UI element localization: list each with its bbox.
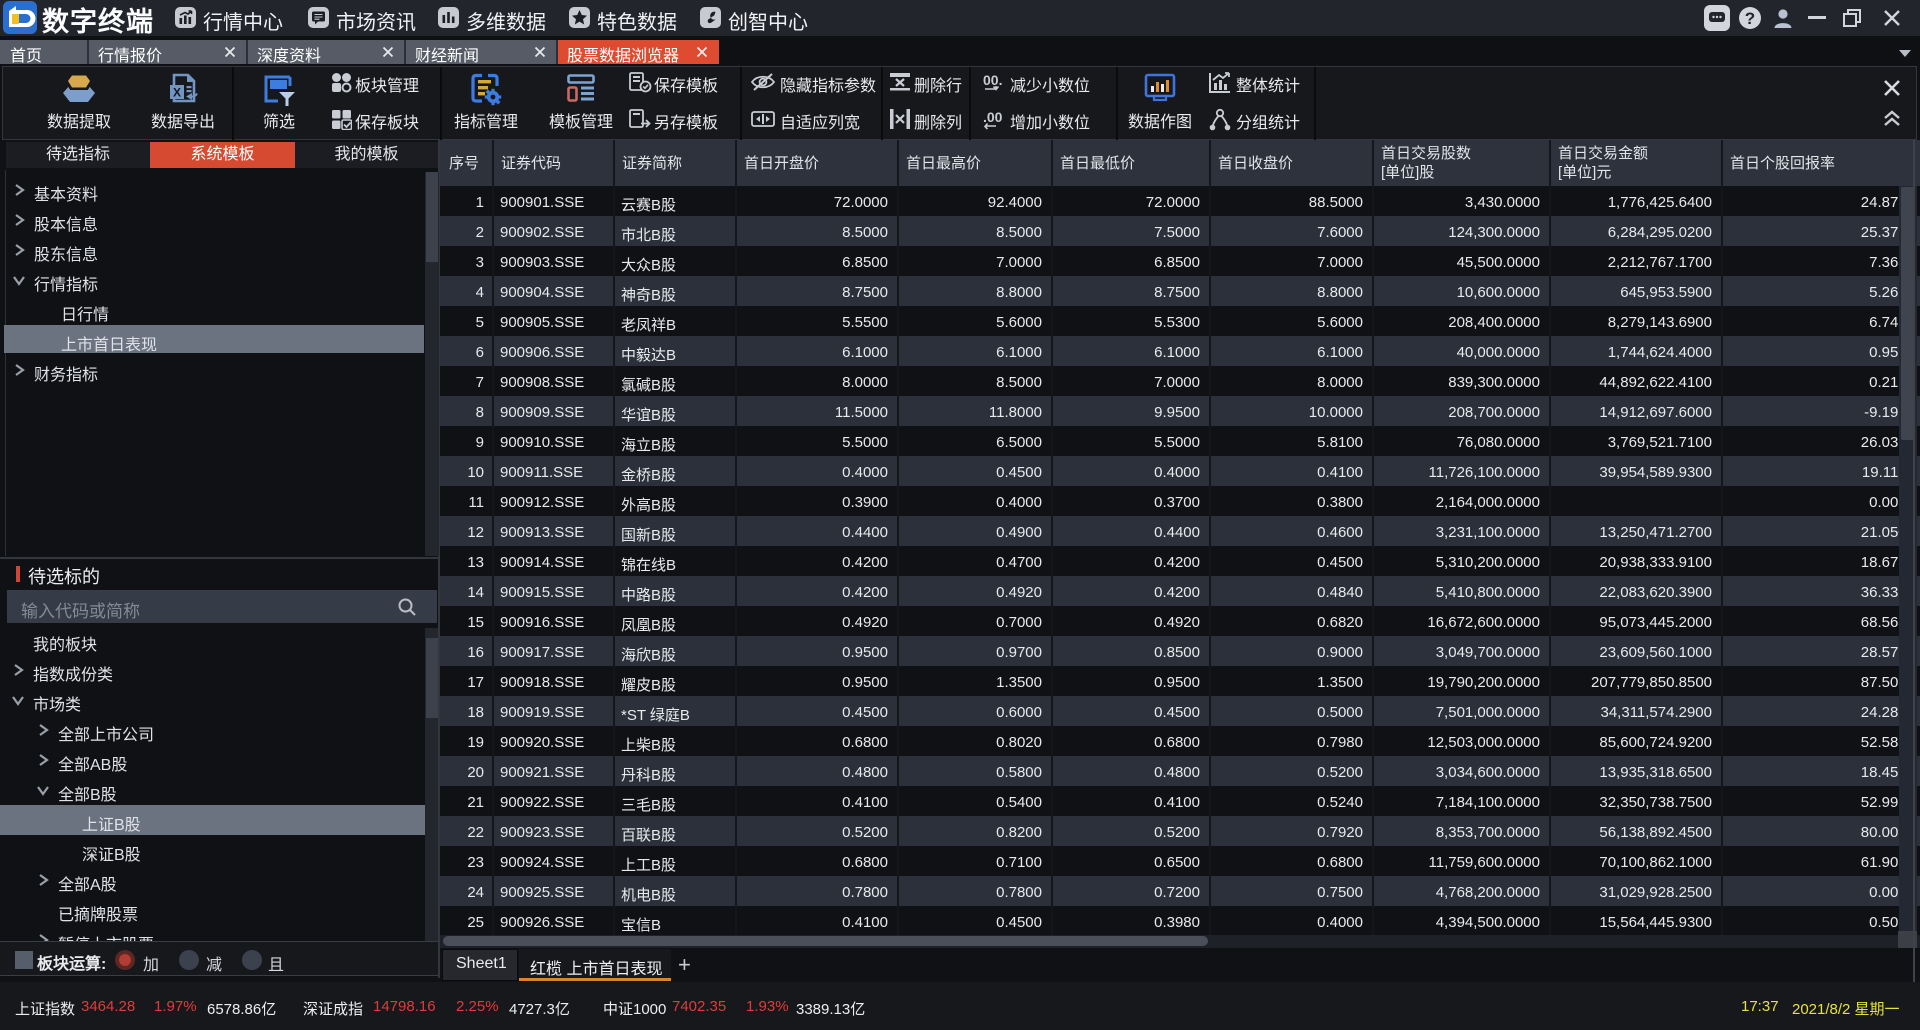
svg-text:.00: .00: [983, 109, 1003, 125]
svg-text:X: X: [173, 86, 181, 100]
svg-text:00.: 00.: [983, 72, 1002, 88]
svg-text:?: ?: [1745, 9, 1755, 28]
